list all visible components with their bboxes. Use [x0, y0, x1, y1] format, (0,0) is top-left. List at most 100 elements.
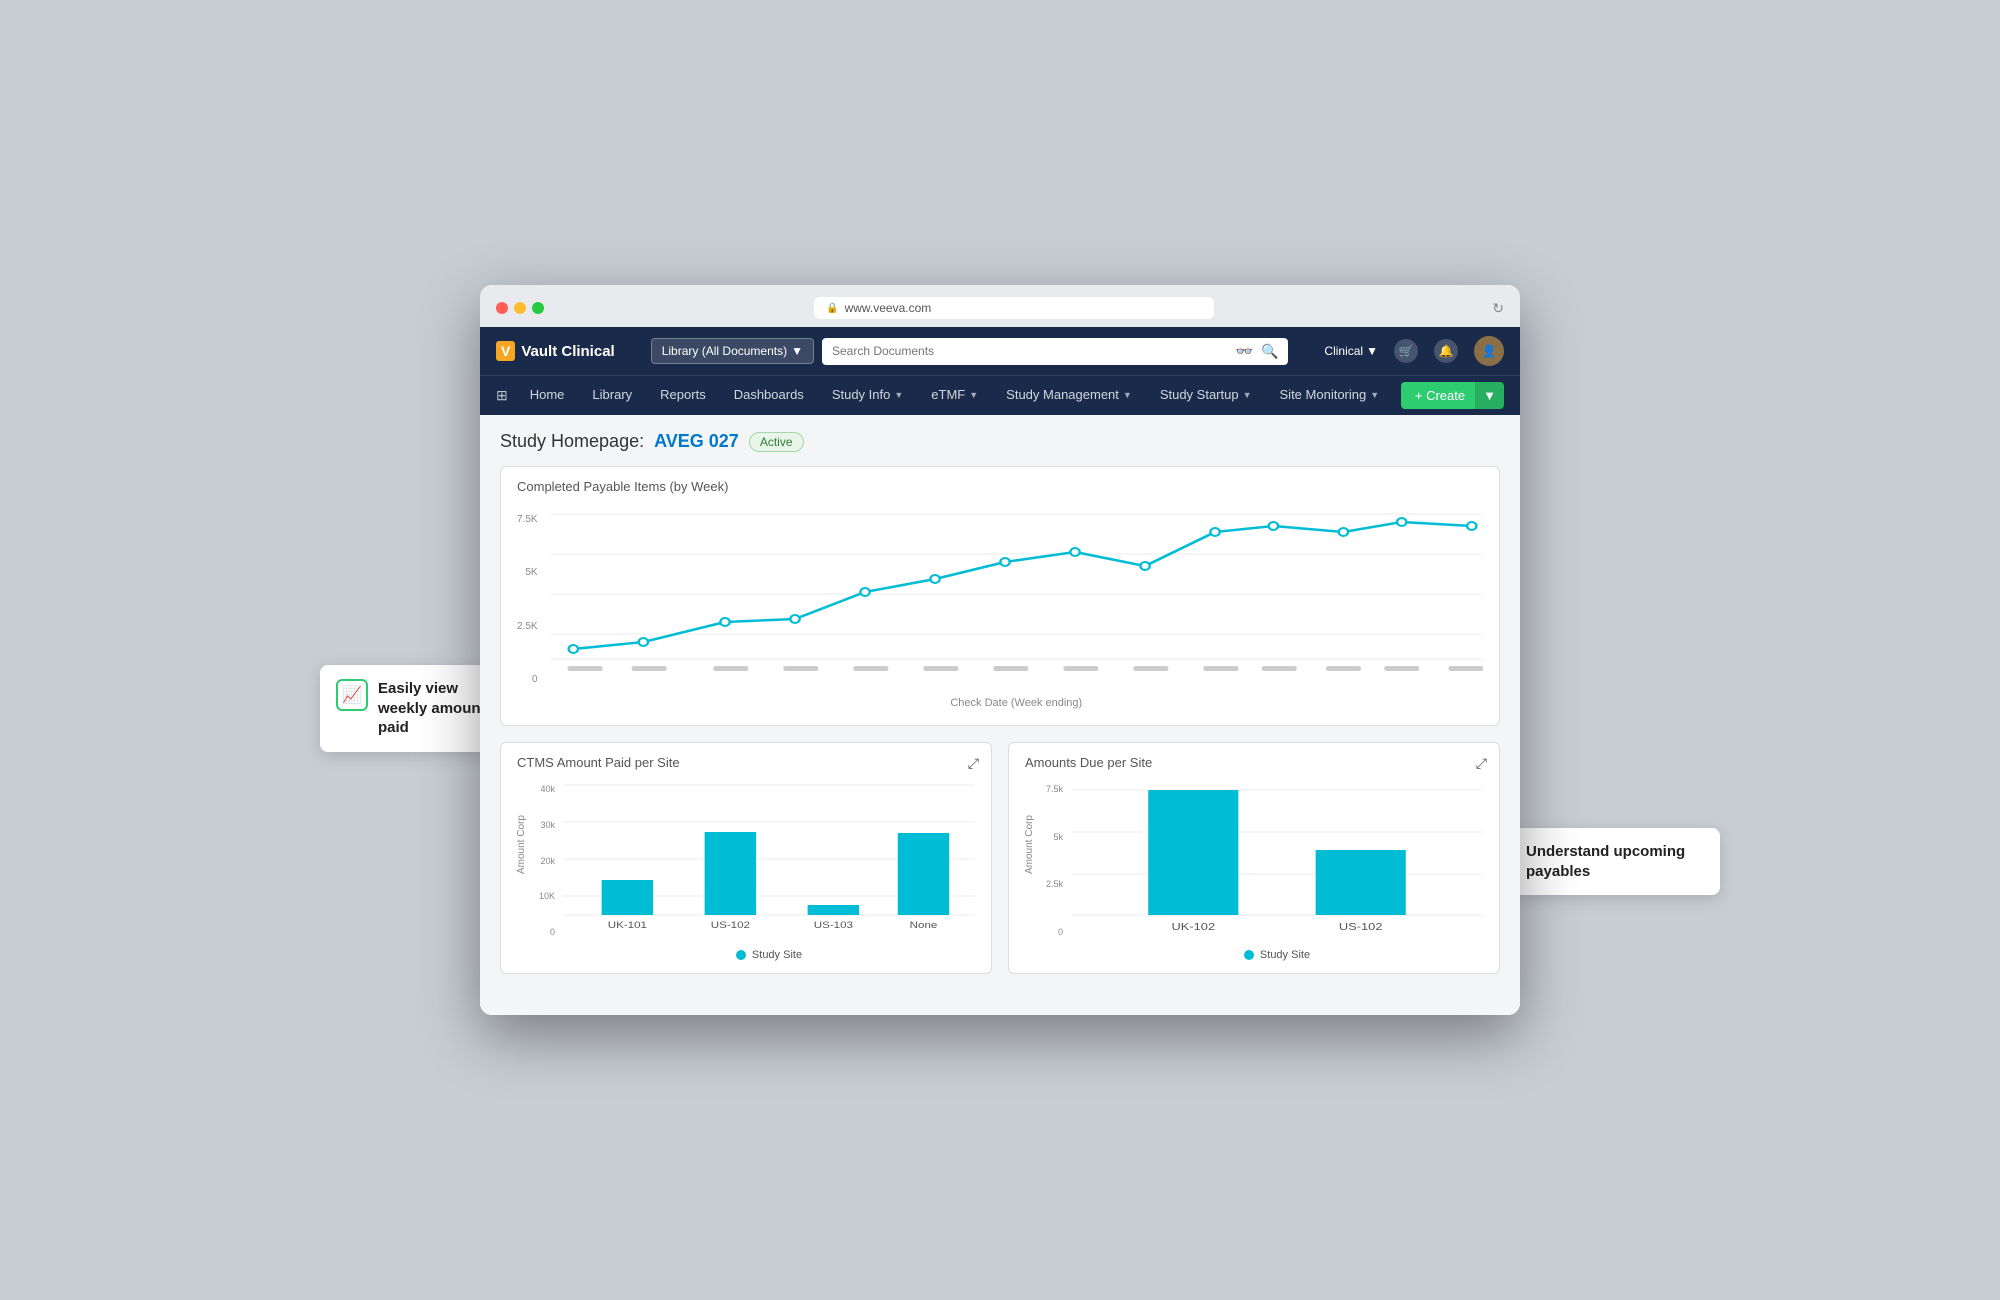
etmf-arrow: ▼ [969, 390, 978, 400]
study-name: AVEG 027 [654, 431, 739, 452]
bell-icon[interactable]: 🔔 [1434, 339, 1458, 363]
line-chart-title: Completed Payable Items (by Week) [501, 467, 1499, 494]
left-y-40k: 40k [540, 784, 555, 794]
right-y-75k: 7.5k [1046, 784, 1063, 794]
svg-text:US-103: US-103 [814, 921, 853, 931]
bar-chart-left-title: CTMS Amount Paid per Site [501, 743, 991, 770]
nav-item-etmf[interactable]: eTMF ▼ [917, 376, 992, 416]
page-content: Study Homepage: AVEG 027 Active Complete… [480, 415, 1520, 1015]
search-input-wrap: 👓 🔍 [822, 338, 1288, 365]
top-nav: V Vault Clinical Library (All Documents)… [480, 327, 1520, 375]
refresh-button[interactable]: ↻ [1492, 300, 1504, 317]
callout-right: Understand upcoming payables [1510, 828, 1720, 895]
right-y-25k: 2.5k [1046, 879, 1063, 889]
svg-text:UK-102: UK-102 [1172, 922, 1216, 932]
svg-text:US-102: US-102 [711, 921, 750, 931]
search-input[interactable] [832, 344, 1228, 358]
bar-chart-left-svg: UK-101 US-102 US-103 None [563, 780, 975, 940]
line-chart-container: 7.5K 5K 2.5K 0 [501, 494, 1499, 725]
page-title-prefix: Study Homepage: [500, 431, 644, 452]
bar-chart-left-container: Amount Corp 40k 30k 20k 10K 0 [501, 770, 991, 973]
browser-window: 🔒 www.veeva.com ↻ V Vault Clinical Libra… [480, 285, 1520, 1015]
nav-item-reports[interactable]: Reports [646, 376, 720, 416]
right-chart-legend: Study Site [1071, 949, 1483, 961]
traffic-light-green[interactable] [532, 302, 544, 314]
library-dropdown-label: Library (All Documents) [662, 344, 787, 358]
grid-icon[interactable]: ⊞ [496, 387, 508, 404]
clinical-label: Clinical [1324, 344, 1363, 358]
study-info-arrow: ▼ [894, 390, 903, 400]
clinical-arrow: ▼ [1366, 344, 1378, 358]
left-legend-label: Study Site [752, 949, 802, 961]
nav-items: Home Library Reports Dashboards Study In… [516, 376, 1401, 416]
nav-right: Clinical ▼ 🛒 🔔 👤 [1324, 336, 1504, 366]
traffic-light-red[interactable] [496, 302, 508, 314]
left-y-10k: 10K [539, 891, 555, 901]
study-mgmt-arrow: ▼ [1123, 390, 1132, 400]
logo: V Vault Clinical [496, 341, 615, 361]
traffic-lights [496, 302, 544, 314]
url-text: www.veeva.com [845, 301, 932, 315]
bar-chart-right-card: Amounts Due per Site ⤢ Amount Corp 7.5k … [1008, 742, 1500, 974]
address-bar[interactable]: 🔒 www.veeva.com [814, 297, 1214, 319]
bar-chart-right-container: Amount Corp 7.5k 5k 2.5k 0 [1009, 770, 1499, 973]
nav-item-study-startup[interactable]: Study Startup ▼ [1146, 376, 1266, 416]
logo-v: V [496, 341, 515, 361]
lock-icon: 🔒 [826, 303, 838, 314]
study-startup-arrow: ▼ [1243, 390, 1252, 400]
app: V Vault Clinical Library (All Documents)… [480, 327, 1520, 1015]
x-axis-label: Check Date (Week ending) [550, 697, 1483, 709]
nav-item-study-info[interactable]: Study Info ▼ [818, 376, 917, 416]
svg-text:US-102: US-102 [1339, 922, 1383, 932]
traffic-light-yellow[interactable] [514, 302, 526, 314]
bar-chart-left-card: CTMS Amount Paid per Site ⤢ Amount Corp … [500, 742, 992, 974]
library-dropdown-arrow: ▼ [791, 344, 803, 358]
cart-icon[interactable]: 🛒 [1394, 339, 1418, 363]
svg-text:UK-101: UK-101 [608, 921, 647, 931]
search-bar-area: Library (All Documents) ▼ 👓 🔍 [651, 338, 1289, 365]
page-title: Study Homepage: AVEG 027 Active [500, 431, 1500, 452]
bar-right-y-label: Amount Corp [1025, 780, 1035, 910]
right-legend-dot [1244, 950, 1254, 960]
clinical-dropdown[interactable]: Clinical ▼ [1324, 344, 1378, 358]
avatar[interactable]: 👤 [1474, 336, 1504, 366]
search-icon[interactable]: 🔍 [1261, 343, 1278, 360]
search-icons: 👓 🔍 [1236, 343, 1279, 360]
right-y-0: 0 [1058, 927, 1063, 937]
y-tick-25k: 2.5K [517, 621, 538, 632]
nav-item-library[interactable]: Library [578, 376, 646, 416]
line-chart-card: Completed Payable Items (by Week) 7.5K 5… [500, 466, 1500, 726]
line-chart-svg [550, 504, 1483, 684]
right-legend-label: Study Site [1260, 949, 1310, 961]
callout-right-text: Understand upcoming payables [1526, 842, 1704, 881]
site-monitoring-arrow: ▼ [1370, 390, 1379, 400]
bar-chart-right-svg: UK-102 US-102 [1071, 780, 1483, 940]
create-button[interactable]: + Create [1401, 382, 1479, 409]
right-y-5k: 5k [1053, 832, 1063, 842]
left-chart-legend: Study Site [563, 949, 975, 961]
left-legend-dot [736, 950, 746, 960]
nav-item-study-management[interactable]: Study Management ▼ [992, 376, 1146, 416]
secondary-nav: ⊞ Home Library Reports Dashboards [480, 375, 1520, 415]
y-tick-5k: 5K [525, 567, 537, 578]
library-dropdown[interactable]: Library (All Documents) ▼ [651, 338, 814, 364]
status-badge: Active [749, 432, 804, 452]
nav-item-home[interactable]: Home [516, 376, 579, 416]
callout-left-icon: 📈 [336, 679, 368, 711]
svg-text:None: None [910, 921, 938, 931]
left-y-0: 0 [550, 927, 555, 937]
browser-chrome: 🔒 www.veeva.com ↻ [480, 285, 1520, 327]
nav-item-dashboards[interactable]: Dashboards [720, 376, 818, 416]
create-dropdown-button[interactable]: ▼ [1475, 382, 1504, 409]
nav-item-site-monitoring[interactable]: Site Monitoring ▼ [1266, 376, 1394, 416]
bar-chart-right-title: Amounts Due per Site [1009, 743, 1499, 770]
left-y-30k: 30k [540, 820, 555, 830]
left-y-20k: 20k [540, 856, 555, 866]
y-tick-0: 0 [532, 674, 538, 685]
bar-left-y-label: Amount Corp [517, 780, 527, 910]
cards-row: CTMS Amount Paid per Site ⤢ Amount Corp … [500, 742, 1500, 990]
glasses-icon[interactable]: 👓 [1236, 343, 1253, 360]
logo-text: Vault Clinical [521, 343, 614, 360]
avatar-initials: 👤 [1482, 344, 1497, 358]
create-label: + Create [1415, 388, 1465, 403]
